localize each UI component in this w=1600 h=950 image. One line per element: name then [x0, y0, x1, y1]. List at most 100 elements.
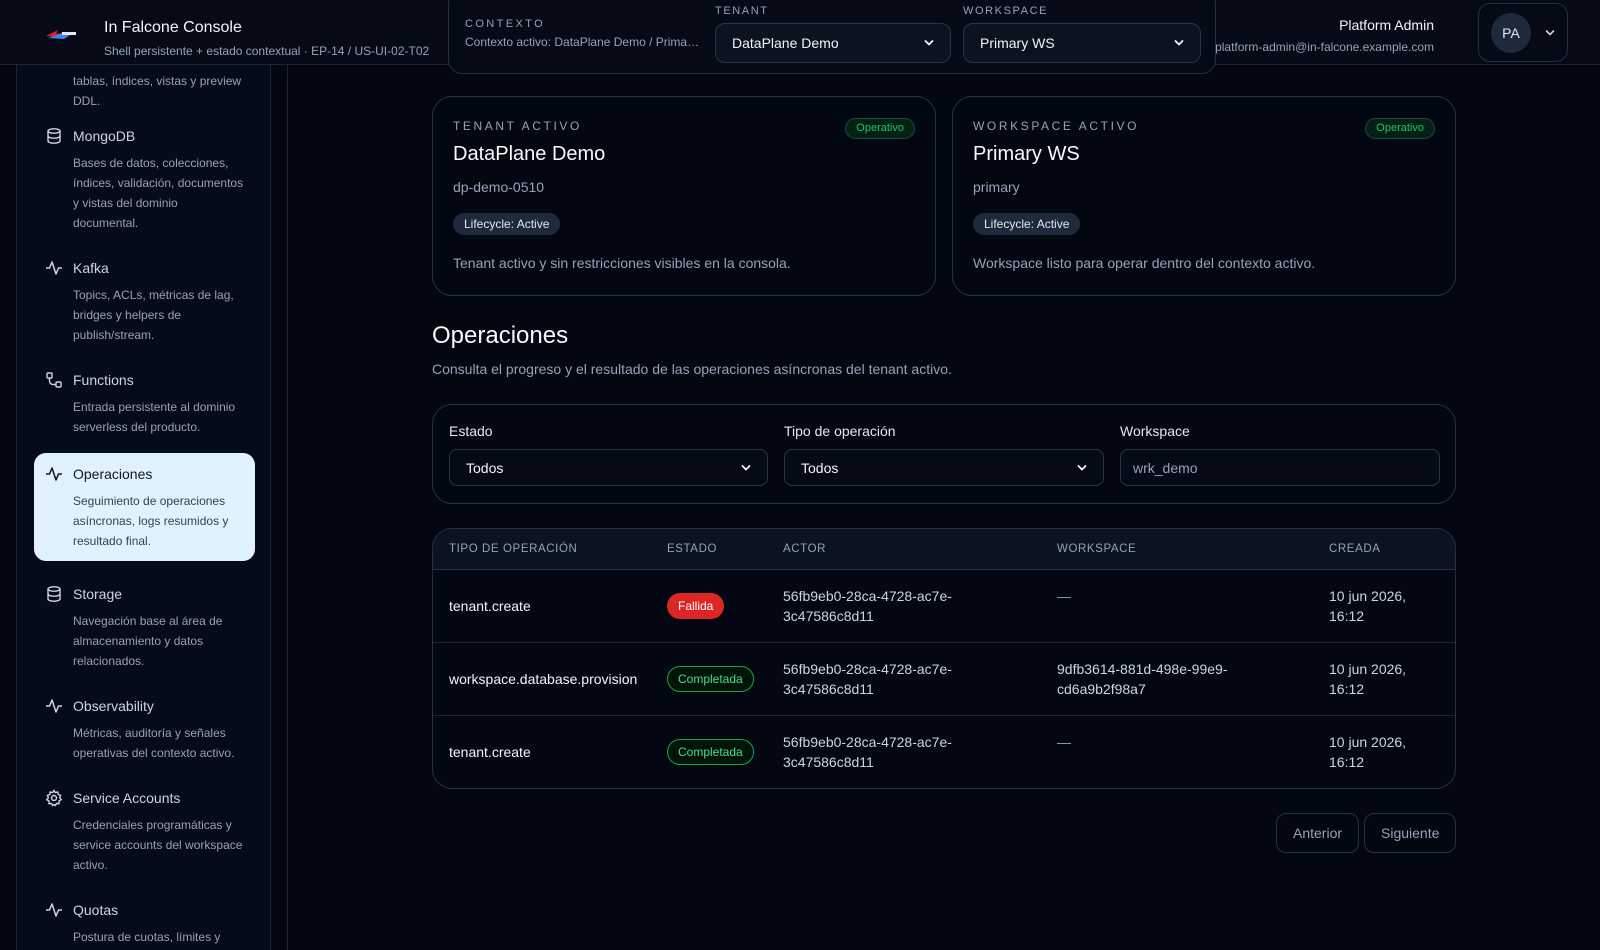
- database-icon: [47, 586, 61, 602]
- database-icon: [47, 128, 61, 144]
- type-filter-select[interactable]: Todos: [784, 449, 1104, 486]
- workspace-card-label: WORKSPACE ACTIVO: [973, 119, 1140, 133]
- sidebar-item-desc: Postura de cuotas, límites y consumo por…: [73, 930, 221, 944]
- tenant-name: DataPlane Demo: [453, 143, 606, 165]
- status-badge: Fallida: [667, 593, 725, 619]
- workspace-card: WORKSPACE ACTIVO Operativo Primary WS pr…: [952, 96, 1456, 296]
- type-filter-label: Tipo de operación: [784, 423, 896, 439]
- operation-workspace: —: [1057, 734, 1071, 750]
- sidebar-column: tablas, índices, vistas y preview DDL. M…: [0, 65, 288, 950]
- context-switcher: CONTEXTO Contexto activo: DataPlane Demo…: [448, 0, 1216, 74]
- page-description: Consulta el progreso y el resultado de l…: [432, 361, 952, 377]
- tenant-description: Tenant activo y sin restricciones visibl…: [453, 255, 791, 271]
- sidebar-item-label: Operaciones: [73, 466, 153, 482]
- column-header: ACTOR: [783, 543, 827, 555]
- status-cell: Completada: [667, 739, 754, 765]
- sidebar-item-label: Storage: [73, 586, 123, 602]
- context-value: Contexto activo: DataPlane Demo / Primar…: [465, 35, 701, 49]
- sidebar-item-mongodb[interactable]: MongoDB Bases de datos, colecciones, índ…: [34, 115, 255, 230]
- type-filter-value: Todos: [801, 459, 839, 476]
- operation-type: tenant.create: [449, 598, 531, 614]
- activity-icon: [46, 261, 62, 275]
- user-name: Platform Admin: [1339, 17, 1434, 33]
- sidebar-item-operaciones[interactable]: Operaciones Seguimiento de operaciones a…: [34, 453, 255, 561]
- status-filter-value: Todos: [466, 459, 504, 476]
- falcone-logo-icon: [46, 30, 76, 39]
- lifecycle-chip: Lifecycle: Active: [973, 213, 1081, 235]
- workspace-description: Workspace listo para operar dentro del c…: [973, 255, 1316, 271]
- lifecycle-chip: Lifecycle: Active: [453, 213, 561, 235]
- status-badge: Operativo: [845, 118, 915, 139]
- operations-table: TIPO DE OPERACIÓN ESTADO ACTOR WORKSPACE…: [432, 528, 1456, 789]
- sidebar-item-label: Observability: [73, 698, 154, 714]
- brand[interactable]: In Falcone Console Shell persistente + e…: [44, 18, 429, 58]
- sidebar-item-label: MongoDB: [73, 128, 136, 144]
- sidebar-item-service-accounts[interactable]: Service Accounts Credenciales programáti…: [34, 777, 255, 872]
- status-cell: Completada: [667, 666, 754, 692]
- tenant-card-label: TENANT ACTIVO: [453, 119, 582, 133]
- chevron-down-icon: [741, 464, 751, 470]
- sidebar-item-observability[interactable]: Observability Métricas, auditoría y seña…: [34, 685, 255, 760]
- operation-created: 10 jun 2026, 16:12: [1329, 734, 1407, 770]
- user-email: platform-admin@in-falcone.example.com: [1215, 40, 1434, 54]
- operation-workspace: 9dfb3614-881d-498e-99e9-cd6a9b2f98a7: [1057, 661, 1228, 697]
- context-label: CONTEXTO: [465, 18, 546, 30]
- column-header: ESTADO: [667, 543, 718, 555]
- sidebar-item-desc: tablas, índices, vistas y preview DDL.: [73, 74, 242, 108]
- table-row[interactable]: tenant.create Fallida 56fb9eb0-28ca-4728…: [433, 570, 1455, 643]
- next-page-button[interactable]: Siguiente: [1364, 813, 1457, 853]
- tenant-card: TENANT ACTIVO Operativo DataPlane Demo d…: [432, 96, 936, 296]
- workspace-filter-label: Workspace: [1120, 423, 1190, 439]
- table-row[interactable]: workspace.database.provision Completada …: [433, 643, 1455, 716]
- status-cell: Fallida: [667, 593, 725, 619]
- filters-panel: Estado Todos Tipo de operación Todos Wor…: [432, 404, 1456, 504]
- status-filter-select[interactable]: Todos: [449, 449, 768, 486]
- workspace-select-value: Primary WS: [980, 35, 1055, 51]
- status-badge: Completada: [667, 666, 754, 692]
- operation-type: workspace.database.provision: [449, 671, 638, 687]
- workspace-filter-placeholder: wrk_demo: [1133, 459, 1198, 476]
- status-badge: Operativo: [1365, 118, 1435, 139]
- operation-actor: 56fb9eb0-28ca-4728-ac7e-3c47586c8d11: [783, 734, 952, 770]
- workspace-slug: primary: [973, 179, 1020, 195]
- sidebar-item-desc: Seguimiento de operaciones asíncronas, l…: [73, 494, 229, 548]
- sidebar-item-desc: Entrada persistente al dominio serverles…: [73, 400, 236, 434]
- sidebar-item-label: Service Accounts: [73, 790, 181, 806]
- chevron-down-icon: [1077, 464, 1087, 470]
- avatar: PA: [1491, 12, 1531, 53]
- operation-actor: 56fb9eb0-28ca-4728-ac7e-3c47586c8d11: [783, 588, 952, 624]
- table-row[interactable]: tenant.create Completada 56fb9eb0-28ca-4…: [433, 716, 1455, 788]
- tenant-select-label: TENANT: [715, 5, 769, 17]
- chevron-down-icon: [924, 40, 934, 46]
- workflow-icon: [46, 372, 62, 388]
- app-title: In Falcone Console: [104, 19, 242, 36]
- sidebar-item-desc: Credenciales programáticas y service acc…: [73, 818, 243, 872]
- activity-icon: [46, 467, 62, 481]
- column-header: TIPO DE OPERACIÓN: [449, 543, 578, 555]
- previous-page-button[interactable]: Anterior: [1276, 813, 1360, 853]
- tenant-select[interactable]: DataPlane Demo: [715, 23, 951, 63]
- sidebar-item-label: Kafka: [73, 260, 109, 276]
- chevron-down-icon: [1174, 40, 1184, 46]
- sidebar: tablas, índices, vistas y preview DDL. M…: [16, 65, 271, 950]
- tenant-select-value: DataPlane Demo: [732, 35, 839, 51]
- workspace-select[interactable]: Primary WS: [963, 23, 1201, 63]
- tenant-slug: dp-demo-0510: [453, 179, 545, 195]
- workspace-filter-input[interactable]: wrk_demo: [1120, 449, 1440, 486]
- sidebar-item-kafka[interactable]: Kafka Topics, ACLs, métricas de lag, bri…: [34, 247, 255, 342]
- sidebar-item-storage[interactable]: Storage Navegación base al área de almac…: [34, 573, 255, 668]
- operation-workspace: —: [1057, 588, 1071, 604]
- sidebar-item-desc: Navegación base al área de almacenamient…: [73, 614, 223, 668]
- gear-icon: [45, 789, 63, 807]
- operation-type: tenant.create: [449, 744, 531, 760]
- status-filter-label: Estado: [449, 423, 493, 439]
- chevron-down-icon: [1545, 29, 1555, 35]
- sidebar-item-functions[interactable]: Functions Entrada persistente al dominio…: [34, 359, 255, 434]
- sidebar-item-desc: Bases de datos, colecciones, índices, va…: [73, 156, 244, 230]
- page-title: Operaciones: [432, 322, 569, 349]
- operation-created: 10 jun 2026, 16:12: [1329, 588, 1407, 624]
- user-menu-button[interactable]: PA: [1478, 3, 1568, 62]
- sidebar-item-quotas[interactable]: Quotas Postura de cuotas, límites y cons…: [34, 889, 255, 950]
- sidebar-item-label: Functions: [73, 372, 134, 388]
- operation-created: 10 jun 2026, 16:12: [1329, 661, 1407, 697]
